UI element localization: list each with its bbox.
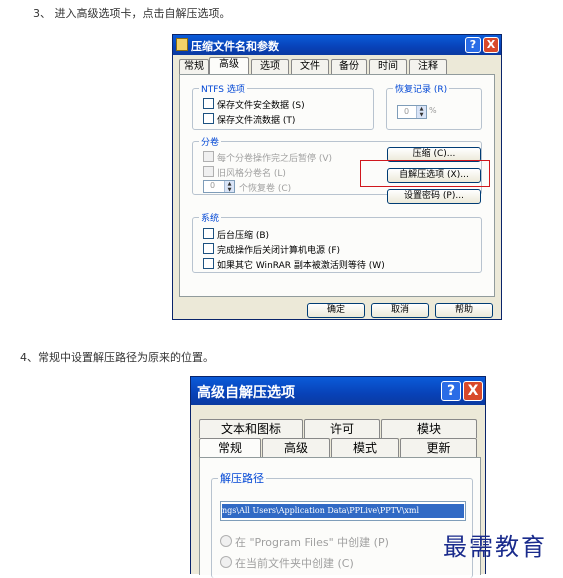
tab-advanced[interactable]: 高级 <box>262 438 330 457</box>
tab-comment[interactable]: 注释 <box>409 59 447 74</box>
help-button[interactable]: 帮助 <box>435 303 493 318</box>
step4-caption: 4、常规中设置解压路径为原来的位置。 <box>20 351 214 364</box>
save-streams-checkbox[interactable]: 保存文件流数据 (T) <box>203 113 295 126</box>
create-in-current-folder-radio[interactable]: 在当前文件夹中创建 (C) <box>220 555 354 571</box>
archive-params-dialog: 压缩文件名和参数 ? X 常规 高级 选项 文件 备份 时间 注释 NTFS 选… <box>172 34 502 320</box>
cancel-button[interactable]: 取消 <box>371 303 429 318</box>
tab-files[interactable]: 文件 <box>291 59 329 74</box>
close-icon[interactable]: X <box>463 381 483 401</box>
title-bar[interactable]: 高级自解压选项 ? X <box>191 377 485 405</box>
recovery-volumes-spinner[interactable]: 0 ▲ ▼ <box>203 180 235 193</box>
title-bar[interactable]: 压缩文件名和参数 ? X <box>173 35 501 55</box>
set-password-button[interactable]: 设置密码 (P)... <box>387 189 481 204</box>
tab-advanced[interactable]: 高级 <box>209 57 249 75</box>
volume-group-label: 分卷 <box>199 135 222 148</box>
close-icon[interactable]: X <box>483 37 499 53</box>
ntfs-group: NTFS 选项 保存文件安全数据 (S) 保存文件流数据 (T) <box>192 82 374 130</box>
tab-modules[interactable]: 模块 <box>381 419 477 438</box>
create-in-program-files-radio[interactable]: 在 "Program Files" 中创建 (P) <box>220 534 389 550</box>
pause-volumes-checkbox[interactable]: 每个分卷操作完之后暂停 (V) <box>203 151 332 164</box>
tab-license[interactable]: 许可 <box>304 419 380 438</box>
extract-path-group: 解压路径 ngs\All Users\Application Data\PPLi… <box>211 470 473 578</box>
dialog-title: 高级自解压选项 <box>197 385 295 401</box>
extract-path-input[interactable]: ngs\All Users\Application Data\PPLive\PP… <box>220 501 466 521</box>
advanced-panel: NTFS 选项 保存文件安全数据 (S) 保存文件流数据 (T) 恢复记录 (R… <box>179 74 495 297</box>
tab-options[interactable]: 选项 <box>251 59 289 74</box>
recovery-volumes-label: 个恢复卷 (C) <box>239 184 292 194</box>
ntfs-group-label: NTFS 选项 <box>199 82 247 95</box>
ok-button[interactable]: 确定 <box>307 303 365 318</box>
help-icon[interactable]: ? <box>441 381 461 401</box>
tab-time[interactable]: 时间 <box>369 59 407 74</box>
background-compress-checkbox[interactable]: 后台压缩 (B) <box>203 228 269 241</box>
shutdown-after-checkbox[interactable]: 完成操作后关闭计算机电源 (F) <box>203 243 340 256</box>
recovery-group: 恢复记录 (R) 0 ▲ ▼ % <box>386 82 482 130</box>
tab-text-icon[interactable]: 文本和图标 <box>199 419 303 438</box>
tab-update[interactable]: 更新 <box>400 438 477 457</box>
general-panel: 解压路径 ngs\All Users\Application Data\PPLi… <box>199 457 481 578</box>
wait-other-copies-checkbox[interactable]: 如果其它 WinRAR 副本被激活则等待 (W) <box>203 258 385 271</box>
tab-general[interactable]: 常规 <box>199 438 261 457</box>
system-group: 系统 后台压缩 (B) 完成操作后关闭计算机电源 (F) 如果其它 WinRAR… <box>192 211 482 273</box>
winrar-icon <box>176 38 188 51</box>
extract-path-text: ngs\All Users\Application Data\PPLive\PP… <box>222 504 464 518</box>
spinner-arrows-icon[interactable]: ▲ ▼ <box>224 181 234 193</box>
tab-mode[interactable]: 模式 <box>331 438 399 457</box>
tab-general[interactable]: 常规 <box>179 59 209 74</box>
old-volume-names-checkbox[interactable]: 旧风格分卷名 (L) <box>203 166 286 179</box>
save-security-checkbox[interactable]: 保存文件安全数据 (S) <box>203 98 305 111</box>
recovery-unit: % <box>429 106 437 115</box>
dialog-title: 压缩文件名和参数 <box>191 40 279 53</box>
recovery-spinner[interactable]: 0 ▲ ▼ <box>397 105 427 119</box>
help-icon[interactable]: ? <box>465 37 481 53</box>
highlight-box <box>360 160 490 187</box>
system-group-label: 系统 <box>199 211 222 224</box>
extract-path-label: 解压路径 <box>218 470 266 486</box>
recovery-group-label: 恢复记录 (R) <box>393 82 450 95</box>
step3-caption: 3、 进入高级选项卡，点击自解压选项。 <box>33 7 231 20</box>
tab-backup[interactable]: 备份 <box>331 59 367 74</box>
watermark-logo: 最需教育 <box>443 533 547 561</box>
spinner-arrows-icon[interactable]: ▲ ▼ <box>416 106 426 118</box>
advanced-sfx-dialog: 高级自解压选项 ? X 文本和图标 许可 模块 常规 高级 模式 更新 解压路径… <box>190 376 486 578</box>
